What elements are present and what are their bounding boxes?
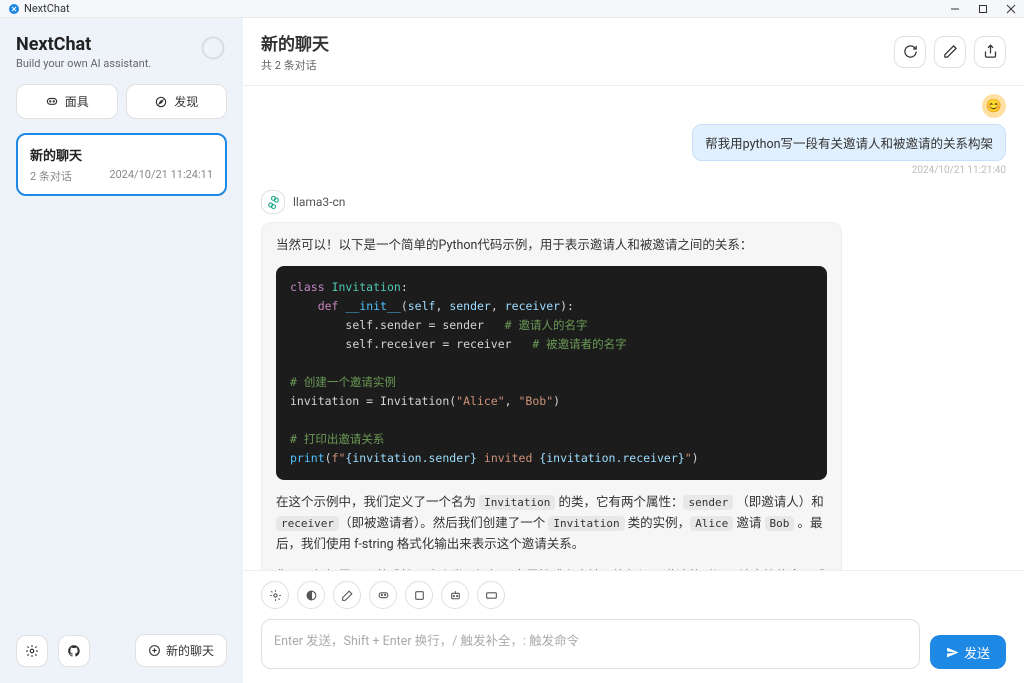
github-button[interactable] xyxy=(58,635,90,667)
chat-session-card[interactable]: 新的聊天 2 条对话 2024/10/21 11:24:11 xyxy=(16,133,227,196)
edit-button[interactable] xyxy=(934,36,966,68)
titlebar: NextChat xyxy=(0,0,1024,18)
brand-tagline: Build your own AI assistant. xyxy=(16,57,151,70)
send-button[interactable]: 发送 xyxy=(930,635,1006,669)
compass-icon xyxy=(154,95,168,109)
window-title: NextChat xyxy=(24,2,70,15)
chat-card-title: 新的聊天 xyxy=(30,145,213,164)
main-panel: 新的聊天 共 2 条对话 😊 帮我用python写一段有关邀请人和被邀请的关系构… xyxy=(243,18,1024,683)
settings-button[interactable] xyxy=(16,635,48,667)
bot-avatar xyxy=(261,190,285,214)
user-message: 帮我用python写一段有关邀请人和被邀请的关系构架 xyxy=(692,124,1006,161)
refresh-button[interactable] xyxy=(894,36,926,68)
robot-icon xyxy=(449,589,462,602)
gear-icon xyxy=(25,644,39,658)
share-button[interactable] xyxy=(974,36,1006,68)
openai-icon xyxy=(199,34,227,62)
gear-icon xyxy=(269,589,282,602)
maximize-button[interactable] xyxy=(978,4,988,14)
titlebar-left: NextChat xyxy=(8,2,70,15)
theme-icon xyxy=(305,589,318,602)
mask-icon xyxy=(377,589,390,602)
code-block: class Invitation: def __init__(self, sen… xyxy=(276,266,827,480)
user-avatar: 😊 xyxy=(982,94,1006,118)
mask-icon xyxy=(45,95,59,109)
minimize-button[interactable] xyxy=(950,4,960,14)
pencil-icon xyxy=(943,44,958,59)
refresh-icon xyxy=(903,44,918,59)
user-timestamp: 2024/10/21 11:21:40 xyxy=(912,165,1006,176)
page-subtitle: 共 2 条对话 xyxy=(261,57,329,73)
close-button[interactable] xyxy=(1006,4,1016,14)
bot-name: llama3-cn xyxy=(293,195,345,209)
chat-area[interactable]: 😊 帮我用python写一段有关邀请人和被邀请的关系构架 2024/10/21 … xyxy=(243,86,1024,570)
page-title: 新的聊天 xyxy=(261,30,329,55)
github-icon xyxy=(67,644,81,658)
chat-card-count: 2 条对话 xyxy=(30,168,72,184)
send-icon xyxy=(946,646,959,659)
tool-robot[interactable] xyxy=(441,581,469,609)
window-controls xyxy=(950,4,1016,14)
input-area: 发送 xyxy=(243,570,1024,683)
tool-keyboard[interactable] xyxy=(477,581,505,609)
openai-icon xyxy=(266,195,281,210)
wand-icon xyxy=(341,589,354,602)
break-icon xyxy=(413,589,426,602)
mask-button[interactable]: 面具 xyxy=(16,84,118,119)
bot-message: 当然可以！以下是一个简单的Python代码示例，用于表示邀请人和被邀请之间的关系… xyxy=(261,222,842,570)
discover-button[interactable]: 发现 xyxy=(126,84,228,119)
tool-settings[interactable] xyxy=(261,581,289,609)
app-logo-icon xyxy=(8,3,20,15)
tool-mask[interactable] xyxy=(369,581,397,609)
tool-theme[interactable] xyxy=(297,581,325,609)
tool-break[interactable] xyxy=(405,581,433,609)
share-icon xyxy=(983,44,998,59)
tool-prompt[interactable] xyxy=(333,581,361,609)
sidebar: NextChat Build your own AI assistant. 面具… xyxy=(0,18,243,683)
keyboard-icon xyxy=(485,589,498,602)
message-input[interactable] xyxy=(261,619,920,669)
new-chat-button[interactable]: 新的聊天 xyxy=(135,634,227,667)
plus-circle-icon xyxy=(148,644,161,657)
chat-card-time: 2024/10/21 11:24:11 xyxy=(109,168,213,184)
brand-title: NextChat xyxy=(16,34,151,55)
